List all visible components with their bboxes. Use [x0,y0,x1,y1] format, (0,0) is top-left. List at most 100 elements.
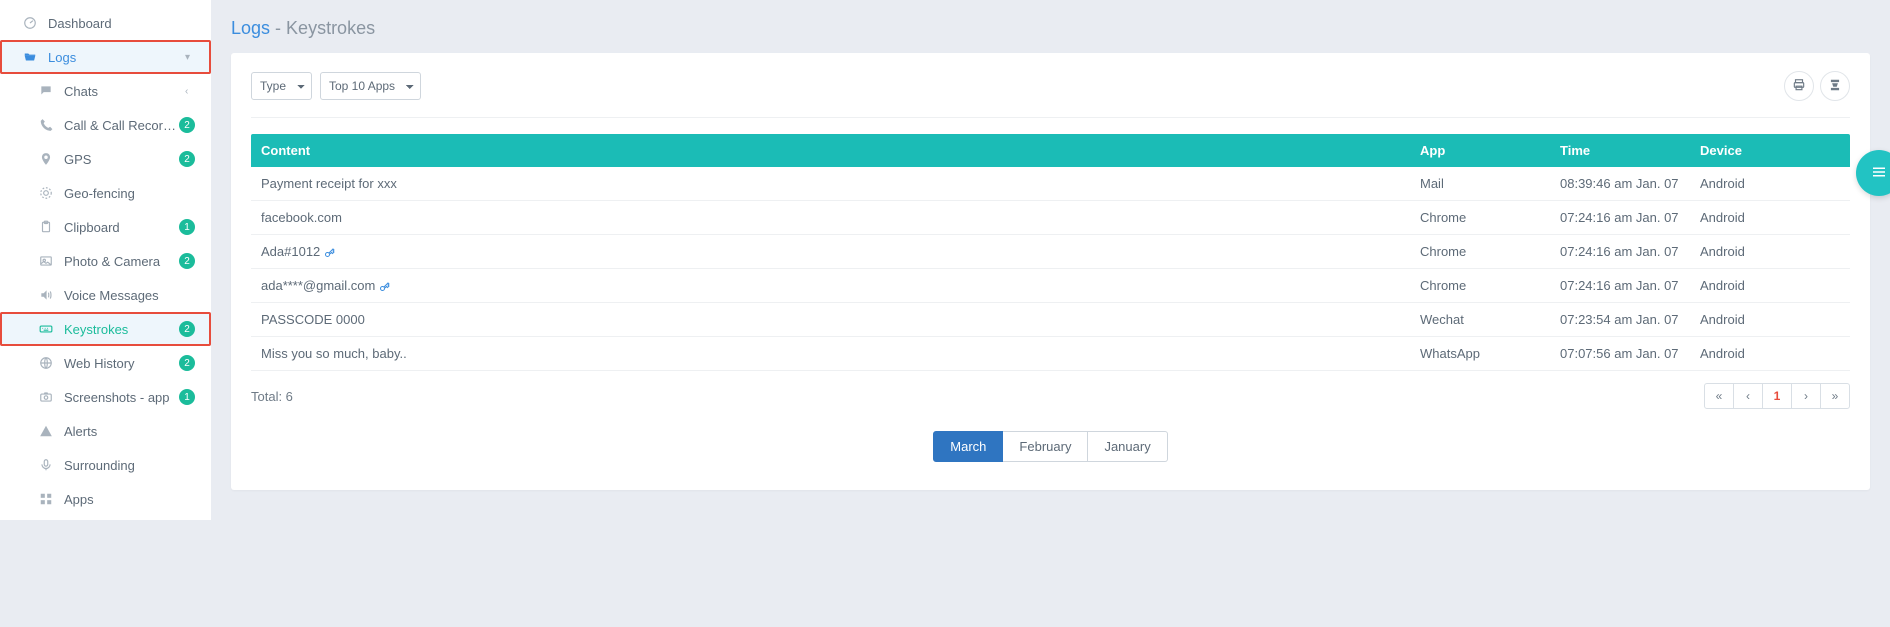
chevron-down-icon: ▾ [185,52,195,63]
sidebar-item-call-recording[interactable]: Call & Call Recording 2 [0,108,211,142]
page-title-sep: - [270,18,286,38]
count-badge: 2 [179,117,195,133]
col-app-header: App [1410,134,1550,167]
chat-icon [38,83,54,99]
menu-icon [1870,163,1888,184]
cell-content: Payment receipt for xxx [251,167,1410,201]
month-tab[interactable]: February [1003,431,1088,462]
table-row: Miss you so much, baby..WhatsApp07:07:56… [251,337,1850,371]
cell-content: Ada#1012 [251,235,1410,269]
key-icon [379,281,391,293]
table-row: ada****@gmail.comChrome07:24:16 am Jan. … [251,269,1850,303]
month-tab[interactable]: January [1088,431,1167,462]
sidebar-item-label: Web History [64,356,179,371]
apps-grid-icon [38,491,54,507]
sidebar-item-label: Geo-fencing [64,186,195,201]
clipboard-icon [38,219,54,235]
print-icon [1792,78,1806,95]
pagination: « ‹ 1 › » [1704,383,1850,409]
cell-time: 07:24:16 am Jan. 07 [1550,269,1690,303]
table-footer: Total: 6 « ‹ 1 › » [251,383,1850,409]
sidebar-item-label: Voice Messages [64,288,195,303]
count-badge: 1 [179,219,195,235]
count-badge: 2 [179,355,195,371]
sidebar-item-surrounding[interactable]: Surrounding [0,448,211,482]
sidebar-item-photo-camera[interactable]: Photo & Camera 2 [0,244,211,278]
camera-icon [38,389,54,405]
sidebar-item-label: Surrounding [64,458,195,473]
geofence-icon [38,185,54,201]
sidebar-item-label: Clipboard [64,220,179,235]
sidebar-item-dashboard[interactable]: Dashboard [0,6,211,40]
count-badge: 2 [179,151,195,167]
globe-icon [38,355,54,371]
table-row: Ada#1012Chrome07:24:16 am Jan. 07Android [251,235,1850,269]
chevron-left-icon: ‹ [185,86,195,97]
page-number-button[interactable]: 1 [1762,383,1792,409]
cell-content: PASSCODE 0000 [251,303,1410,337]
cell-content: ada****@gmail.com [251,269,1410,303]
page-prev-button[interactable]: ‹ [1733,383,1763,409]
cell-device: Android [1690,269,1850,303]
cell-time: 07:23:54 am Jan. 07 [1550,303,1690,337]
month-tabs: MarchFebruaryJanuary [251,431,1850,462]
cell-content-text: Payment receipt for xxx [261,176,397,191]
cell-app: Wechat [1410,303,1550,337]
sidebar-item-apps[interactable]: Apps [0,482,211,516]
page-title: Logs - Keystrokes [231,18,1870,39]
export-icon [1828,78,1842,95]
export-button[interactable] [1820,71,1850,101]
cell-content-text: PASSCODE 0000 [261,312,365,327]
cell-app: WhatsApp [1410,337,1550,371]
table-row: PASSCODE 0000Wechat07:23:54 am Jan. 07An… [251,303,1850,337]
cell-time: 07:24:16 am Jan. 07 [1550,201,1690,235]
sidebar-item-geo-fencing[interactable]: Geo-fencing [0,176,211,210]
sidebar-item-label: GPS [64,152,179,167]
cell-time: 07:07:56 am Jan. 07 [1550,337,1690,371]
sidebar-item-label: Photo & Camera [64,254,179,269]
sidebar-item-label: Screenshots - app [64,390,179,405]
table-row: facebook.com Chrome07:24:16 am Jan. 07And… [251,201,1850,235]
sidebar-item-keystrokes[interactable]: Keystrokes 2 [0,312,211,346]
sidebar-item-chats[interactable]: Chats ‹ [0,74,211,108]
sidebar-item-gps[interactable]: GPS 2 [0,142,211,176]
keystrokes-table: Content App Time Device Payment receipt … [251,134,1850,371]
count-badge: 1 [179,389,195,405]
location-icon [38,151,54,167]
type-select[interactable]: Type [251,72,312,100]
microphone-icon [38,457,54,473]
page-next-button[interactable]: › [1791,383,1821,409]
cell-device: Android [1690,337,1850,371]
apps-select[interactable]: Top 10 Apps [320,72,421,100]
toolbar: Type Top 10 Apps [251,71,1850,118]
cell-device: Android [1690,167,1850,201]
sidebar-item-clipboard[interactable]: Clipboard 1 [0,210,211,244]
dashboard-icon [22,15,38,31]
phone-icon [38,117,54,133]
cell-content-text: facebook.com [261,210,342,225]
sidebar-item-label: Apps [64,492,195,507]
cell-app: Chrome [1410,269,1550,303]
total-label: Total: 6 [251,389,293,404]
month-tab[interactable]: March [933,431,1003,462]
key-icon [324,247,336,259]
sidebar-item-alerts[interactable]: Alerts [0,414,211,448]
sidebar-item-label: Chats [64,84,185,99]
cell-content-text: Ada#1012 [261,244,320,259]
sidebar-item-label: Keystrokes [64,322,179,337]
keyboard-icon [38,321,54,337]
sidebar-item-logs[interactable]: Logs ▾ [0,40,211,74]
page-title-sub: Keystrokes [286,18,375,38]
sidebar-item-screenshots-app[interactable]: Screenshots - app 1 [0,380,211,414]
cell-time: 07:24:16 am Jan. 07 [1550,235,1690,269]
cell-app: Chrome [1410,201,1550,235]
page-last-button[interactable]: » [1820,383,1850,409]
cell-device: Android [1690,235,1850,269]
sidebar-item-voice-messages[interactable]: Voice Messages [0,278,211,312]
col-content-header: Content [251,134,1410,167]
page-title-main: Logs [231,18,270,38]
print-button[interactable] [1784,71,1814,101]
sidebar-item-web-history[interactable]: Web History 2 [0,346,211,380]
page-first-button[interactable]: « [1704,383,1734,409]
cell-device: Android [1690,201,1850,235]
